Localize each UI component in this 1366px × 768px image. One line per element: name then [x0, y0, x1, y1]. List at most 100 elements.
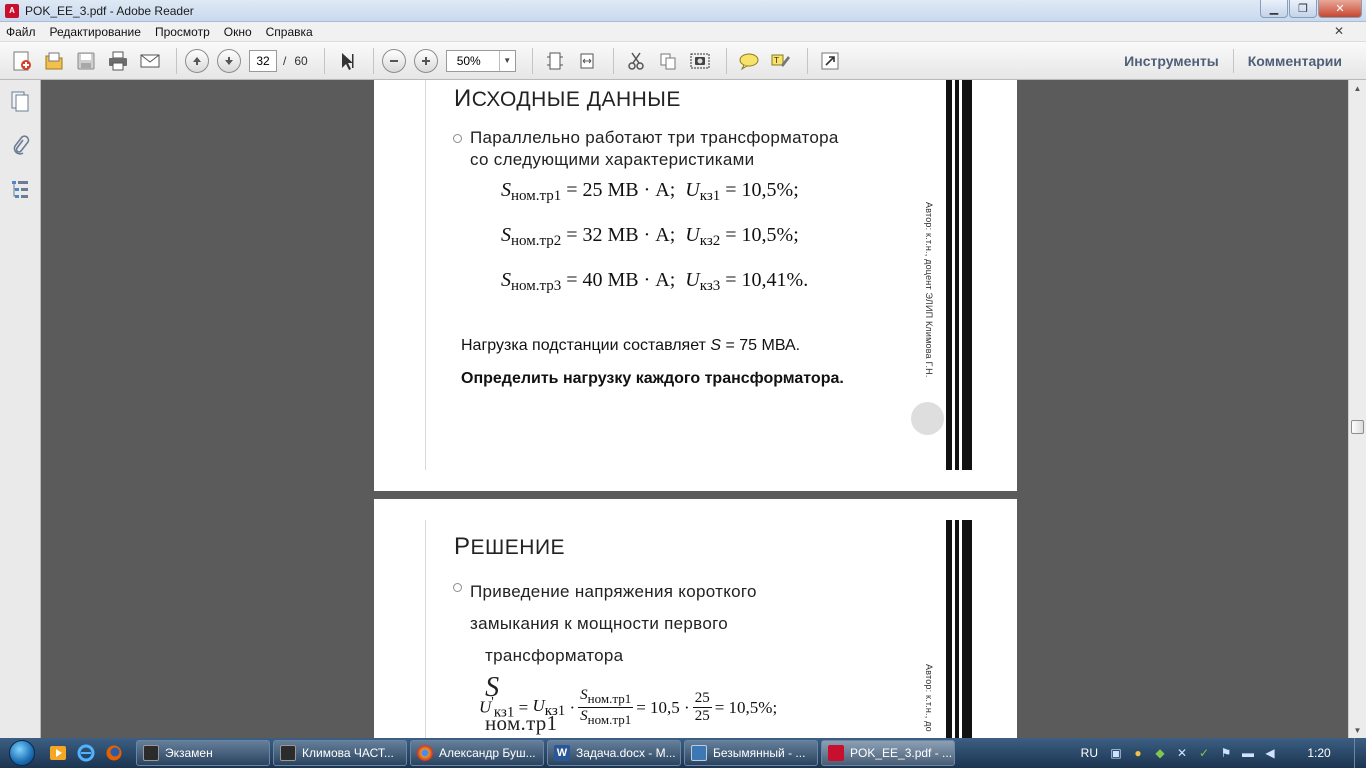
taskbar-item[interactable]: W Задача.docx - M... [547, 740, 681, 766]
formula-transformer-1: Sном.тр1 = 25 МВ · А; Uкз1 = 10,5%; [501, 179, 799, 204]
clock[interactable]: 1:20 [1284, 746, 1354, 760]
close-button[interactable]: ✕ [1318, 0, 1362, 18]
menu-edit[interactable]: Редактирование [50, 25, 141, 39]
author-credit: Автор: к.т.н., до [924, 664, 934, 732]
title-bar: A POK_EE_3.pdf - Adobe Reader ▁ ❐ ✕ [0, 0, 1366, 22]
taskbar-item[interactable]: Экзамен [136, 740, 270, 766]
fit-page-icon[interactable] [541, 47, 569, 75]
toolbar-separator [725, 47, 727, 74]
network-icon[interactable]: ▣ [1108, 745, 1124, 761]
scrollbar-thumb[interactable] [1351, 420, 1364, 434]
toolbar: 32 / 60 50% ▼ T Инструменты Комментарии [0, 42, 1366, 80]
taskbar-item[interactable]: Безымянный - ... [684, 740, 818, 766]
volume-icon[interactable]: ◀ [1262, 745, 1278, 761]
menu-view[interactable]: Просмотр [155, 25, 210, 39]
firefox-icon[interactable] [100, 740, 128, 766]
taskbar: Экзамен Климова ЧАСТ... Александр Буш...… [0, 738, 1366, 768]
window-controls: ▁ ❐ ✕ [1259, 0, 1362, 18]
page-total: 60 [294, 53, 308, 68]
menu-window[interactable]: Окно [224, 25, 252, 39]
zoom-select[interactable]: 50% ▼ [445, 49, 516, 72]
save-icon[interactable] [72, 47, 100, 75]
language-indicator[interactable]: RU [1081, 746, 1098, 760]
window-icon [280, 745, 296, 761]
internet-explorer-icon[interactable] [72, 740, 100, 766]
slide-title: ИСХОДНЫЕ ДАННЫЕ [454, 85, 681, 112]
start-button[interactable] [0, 738, 44, 768]
toolbar-separator [372, 47, 374, 74]
copy-icon[interactable] [654, 47, 682, 75]
toolbar-separator [531, 47, 533, 74]
email-icon[interactable] [136, 47, 164, 75]
navigation-pane [0, 80, 41, 738]
pdf-page: Автор: к.т.н., доцент ЭЛИП Климова Г.Н. … [374, 80, 1017, 491]
minimize-button[interactable]: ▁ [1260, 0, 1288, 18]
previous-page-button[interactable] [185, 48, 209, 73]
bullet-item: Параллельно работают три трансформатора … [453, 127, 839, 171]
pdf-page: Автор: к.т.н., до РЕШЕНИЕ Приведение нап… [374, 499, 1017, 738]
page-margin-line [425, 80, 426, 470]
display-icon[interactable]: ▬ [1240, 745, 1256, 761]
taskbar-item[interactable]: Александр Буш... [410, 740, 544, 766]
toolbar-separator [323, 47, 325, 74]
decorative-stripes [946, 80, 972, 470]
menu-file[interactable]: Файл [6, 25, 36, 39]
update-icon[interactable]: ◆ [1152, 745, 1168, 761]
equation-voltage-reduction: U'кз1 = Uкз1 · Sном.тр1 Sном.тр1 = 10,5 ·… [479, 687, 778, 727]
expand-icon[interactable] [816, 47, 844, 75]
slide-decoration-circle [911, 402, 944, 435]
tools-button[interactable]: Инструменты [1110, 53, 1233, 69]
comments-button[interactable]: Комментарии [1234, 53, 1356, 69]
usb-icon[interactable]: ✓ [1196, 745, 1212, 761]
maximize-button[interactable]: ❐ [1289, 0, 1317, 18]
show-desktop-button[interactable] [1354, 738, 1366, 768]
fit-width-icon[interactable] [573, 47, 601, 75]
formula-transformer-2: Sном.тр2 = 32 МВ · А; Uкз2 = 10,5%; [501, 224, 799, 249]
security-icon[interactable]: ● [1130, 745, 1146, 761]
chevron-down-icon[interactable]: ▼ [498, 50, 515, 71]
toolbar-separator [806, 47, 808, 74]
media-player-icon[interactable] [44, 740, 72, 766]
slide-title: РЕШЕНИЕ [454, 533, 566, 560]
toolbar-separator [176, 47, 177, 74]
formula-transformer-3: Sном.тр3 = 40 МВ · А; Uкз3 = 10,41%. [501, 269, 809, 294]
page-margin-line [425, 520, 426, 738]
scroll-down-arrow-icon[interactable]: ▼ [1349, 722, 1366, 738]
toolbar-right-panel: Инструменты Комментарии [1110, 42, 1356, 80]
next-page-button[interactable] [217, 48, 241, 73]
highlight-text-icon[interactable]: T [767, 47, 795, 75]
create-pdf-icon[interactable] [8, 47, 36, 75]
word-icon: W [554, 745, 570, 761]
select-tool-icon[interactable] [333, 47, 361, 75]
page-separator: / [283, 53, 287, 68]
paint-icon [691, 745, 707, 761]
print-icon[interactable] [104, 47, 132, 75]
menu-bar: Файл Редактирование Просмотр Окно Справк… [0, 22, 1366, 42]
document-view[interactable]: Автор: к.т.н., доцент ЭЛИП Климова Г.Н. … [41, 80, 1348, 738]
page-thumbnails-icon[interactable] [9, 90, 31, 112]
open-file-icon[interactable] [40, 47, 68, 75]
adobe-reader-icon: A [5, 3, 19, 18]
tools-tray-icon[interactable]: ✕ [1174, 745, 1190, 761]
window-title: POK_EE_3.pdf - Adobe Reader [25, 3, 194, 18]
menu-help[interactable]: Справка [266, 25, 313, 39]
bookmarks-icon[interactable] [9, 178, 31, 200]
windows-logo-icon [9, 740, 35, 766]
zoom-value: 50% [456, 53, 481, 68]
document-close-icon[interactable]: ✕ [1334, 24, 1344, 38]
taskbar-item[interactable]: Климова ЧАСТ... [273, 740, 407, 766]
cut-icon[interactable] [622, 47, 650, 75]
page-number-input[interactable]: 32 [249, 49, 277, 72]
scroll-up-arrow-icon[interactable]: ▲ [1349, 80, 1366, 96]
svg-text:T: T [773, 56, 779, 65]
snapshot-icon[interactable] [686, 47, 714, 75]
taskbar-item[interactable]: POK_EE_3.pdf - ... [821, 740, 955, 766]
toolbar-separator [612, 47, 614, 74]
comment-note-icon[interactable] [735, 47, 763, 75]
vertical-scrollbar[interactable]: ▲ ▼ [1348, 80, 1366, 738]
attachments-paperclip-icon[interactable] [9, 134, 31, 156]
flag-icon[interactable]: ⚑ [1218, 745, 1234, 761]
zoom-in-button[interactable] [413, 48, 438, 73]
system-tray: RU ▣ ● ◆ ✕ ✓ ⚑ ▬ ◀ 1:20 [1081, 738, 1366, 768]
zoom-out-button[interactable] [381, 48, 406, 73]
